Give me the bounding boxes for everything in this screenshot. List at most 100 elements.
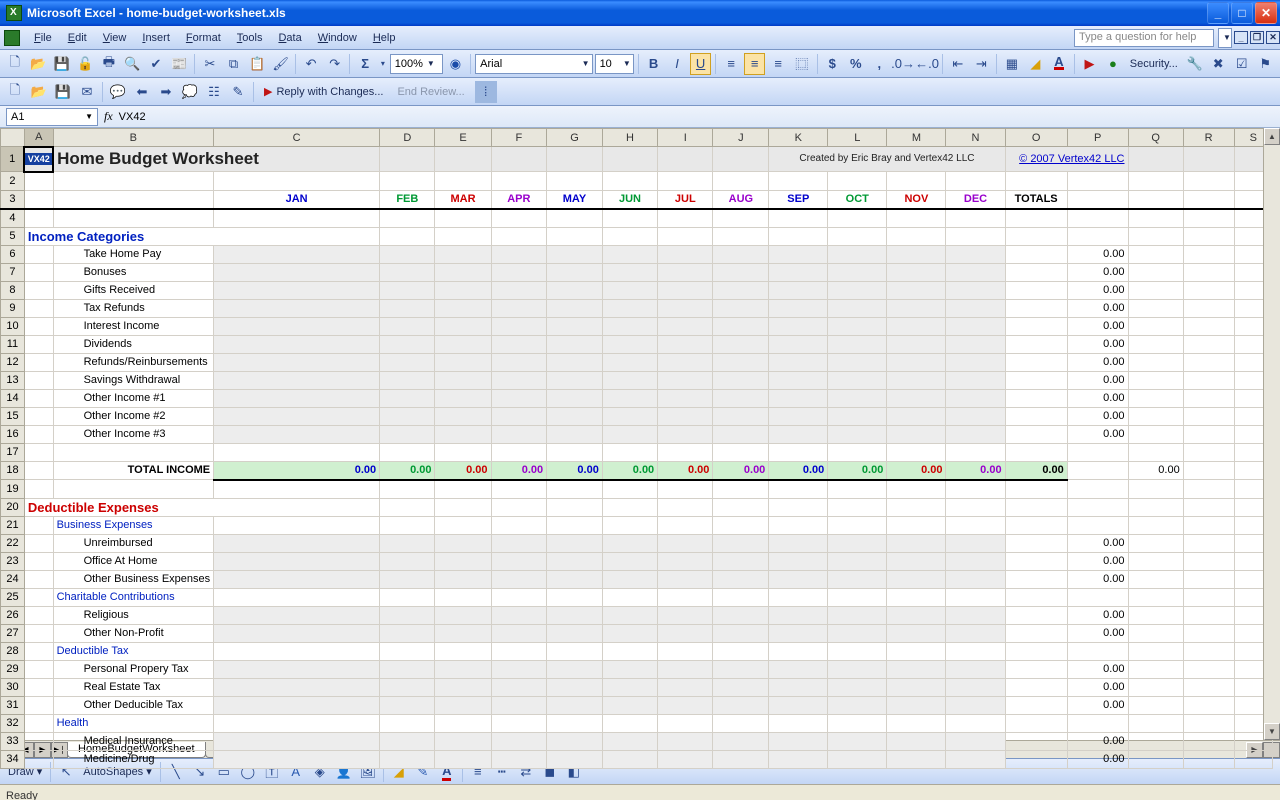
input-cell[interactable] — [828, 606, 887, 624]
input-cell[interactable] — [602, 570, 657, 588]
input-cell[interactable] — [435, 407, 491, 425]
input-cell[interactable] — [435, 335, 491, 353]
input-cell[interactable] — [491, 353, 547, 371]
col-header-M[interactable]: M — [887, 129, 946, 147]
input-cell[interactable] — [380, 696, 435, 714]
input-cell[interactable] — [547, 660, 603, 678]
input-cell[interactable] — [887, 335, 946, 353]
reply-changes-button[interactable]: ▶Reply with Changes... — [258, 83, 389, 100]
input-cell[interactable] — [658, 732, 713, 750]
input-cell[interactable] — [435, 389, 491, 407]
input-cell[interactable] — [769, 353, 828, 371]
input-cell[interactable] — [491, 606, 547, 624]
col-header-I[interactable]: I — [658, 129, 713, 147]
input-cell[interactable] — [828, 299, 887, 317]
input-cell[interactable] — [491, 660, 547, 678]
name-box[interactable]: A1▼ — [6, 108, 98, 126]
input-cell[interactable] — [602, 389, 657, 407]
input-cell[interactable] — [658, 750, 713, 768]
input-cell[interactable] — [658, 389, 713, 407]
input-cell[interactable] — [491, 263, 547, 281]
menu-tools[interactable]: Tools — [229, 30, 271, 46]
input-cell[interactable] — [713, 570, 769, 588]
row-header-22[interactable]: 22 — [1, 534, 25, 552]
redo-icon[interactable]: ↷ — [324, 53, 346, 75]
input-cell[interactable] — [828, 263, 887, 281]
cell-a1[interactable]: VX42 — [25, 153, 52, 165]
input-cell[interactable] — [214, 732, 380, 750]
input-cell[interactable] — [887, 750, 946, 768]
input-cell[interactable] — [946, 371, 1005, 389]
undo-icon[interactable]: ↶ — [300, 53, 322, 75]
input-cell[interactable] — [769, 570, 828, 588]
print-preview-icon[interactable]: 🔍 — [122, 53, 144, 75]
input-cell[interactable] — [658, 624, 713, 642]
input-cell[interactable] — [658, 371, 713, 389]
input-cell[interactable] — [887, 407, 946, 425]
input-cell[interactable] — [435, 624, 491, 642]
input-cell[interactable] — [380, 534, 435, 552]
input-cell[interactable] — [713, 732, 769, 750]
input-cell[interactable] — [769, 335, 828, 353]
input-cell[interactable] — [828, 678, 887, 696]
help-icon[interactable]: ◉ — [445, 53, 467, 75]
input-cell[interactable] — [769, 407, 828, 425]
input-cell[interactable] — [602, 534, 657, 552]
input-cell[interactable] — [946, 263, 1005, 281]
cut-icon[interactable]: ✂ — [199, 53, 221, 75]
input-cell[interactable] — [713, 407, 769, 425]
input-cell[interactable] — [491, 696, 547, 714]
input-cell[interactable] — [602, 732, 657, 750]
new-workbook-icon[interactable]: 🗋 — [4, 81, 26, 103]
input-cell[interactable] — [713, 389, 769, 407]
input-cell[interactable] — [380, 281, 435, 299]
input-cell[interactable] — [547, 389, 603, 407]
increase-indent-button[interactable]: ⇥ — [971, 53, 993, 75]
input-cell[interactable] — [946, 552, 1005, 570]
input-cell[interactable] — [828, 335, 887, 353]
input-cell[interactable] — [658, 299, 713, 317]
fx-icon[interactable]: fx — [104, 109, 113, 124]
input-cell[interactable] — [713, 245, 769, 263]
input-cell[interactable] — [828, 750, 887, 768]
copy-icon[interactable]: ⧉ — [223, 53, 245, 75]
autosum-icon[interactable]: Σ — [354, 53, 376, 75]
input-cell[interactable] — [491, 335, 547, 353]
input-cell[interactable] — [547, 696, 603, 714]
input-cell[interactable] — [547, 281, 603, 299]
input-cell[interactable] — [946, 425, 1005, 443]
input-cell[interactable] — [658, 678, 713, 696]
input-cell[interactable] — [435, 552, 491, 570]
comma-button[interactable]: , — [869, 53, 891, 75]
col-header-N[interactable]: N — [946, 129, 1005, 147]
row-header-17[interactable]: 17 — [1, 443, 25, 461]
input-cell[interactable] — [435, 245, 491, 263]
input-cell[interactable] — [214, 606, 380, 624]
input-cell[interactable] — [658, 245, 713, 263]
macro-play-icon[interactable]: ▶ — [1079, 53, 1101, 75]
col-header-J[interactable]: J — [713, 129, 769, 147]
input-cell[interactable] — [946, 570, 1005, 588]
input-cell[interactable] — [602, 245, 657, 263]
row-header-27[interactable]: 27 — [1, 624, 25, 642]
print-icon[interactable]: 🖶 — [98, 53, 120, 75]
input-cell[interactable] — [946, 281, 1005, 299]
font-color-button[interactable]: A — [1048, 53, 1070, 75]
input-cell[interactable] — [491, 534, 547, 552]
show-comment-icon[interactable]: 💭 — [179, 81, 201, 103]
row-header-15[interactable]: 15 — [1, 407, 25, 425]
new-icon[interactable]: 🗋 — [4, 53, 26, 75]
align-center-button[interactable]: ≡ — [744, 53, 766, 75]
input-cell[interactable] — [769, 371, 828, 389]
input-cell[interactable] — [491, 407, 547, 425]
col-header-O[interactable]: O — [1005, 129, 1067, 147]
input-cell[interactable] — [491, 552, 547, 570]
row-header-5[interactable]: 5 — [1, 227, 25, 245]
input-cell[interactable] — [214, 552, 380, 570]
input-cell[interactable] — [946, 299, 1005, 317]
input-cell[interactable] — [491, 371, 547, 389]
input-cell[interactable] — [769, 534, 828, 552]
input-cell[interactable] — [547, 317, 603, 335]
input-cell[interactable] — [547, 750, 603, 768]
currency-button[interactable]: $ — [821, 53, 843, 75]
